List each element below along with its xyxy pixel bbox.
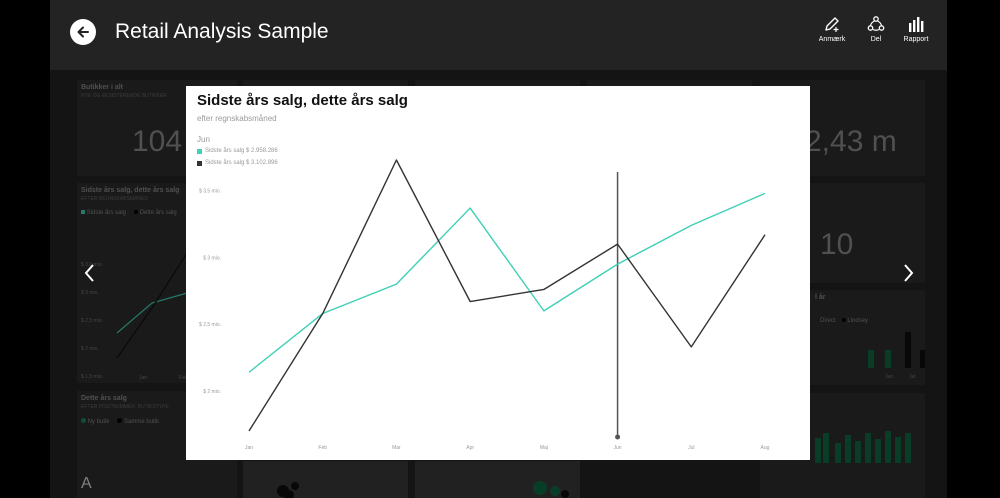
x-tick-label: Aug [761,445,770,451]
line-chart[interactable]: $ 3,5 mio. $ 3 mio. $ 2,5 mio. $ 2 mio. Jan F… [186,86,810,460]
share-icon [867,16,885,31]
annotate-button[interactable]: Anmærk [807,15,857,43]
report-button[interactable]: Rapport [891,15,941,43]
chart-focus-modal[interactable]: Sidste års salg, dette års salg efter re… [186,86,810,460]
y-tick-label: $ 2,5 mio. [199,322,221,328]
series-line [248,159,766,432]
next-arrow-icon[interactable] [898,262,918,284]
y-tick-label: $ 2 mio. [203,389,221,395]
annotate-label: Anmærk [818,36,846,43]
x-tick-label: Jun [614,445,622,451]
x-tick-label: Jul [688,445,694,451]
x-tick-label: Mar [392,445,401,451]
report-bar-icon [909,17,924,32]
share-label: Del [870,36,882,43]
y-tick-label: $ 3 mio. [203,255,221,261]
hover-line-handle [615,434,621,440]
x-tick-label: Apr [466,445,474,451]
y-tick-label: $ 3,5 mio. [199,189,221,195]
pen-icon [825,17,839,32]
report-label: Rapport [903,36,929,43]
x-tick-label: Feb [318,445,327,451]
previous-arrow-icon[interactable] [80,262,100,284]
app-title: Retail Analysis Sample [115,20,329,43]
top-bar: Retail Analysis Sample Anmærk Del Rappor… [50,0,947,70]
arrow-left-icon [77,26,89,38]
x-tick-label: Maj [540,445,548,451]
x-tick-label: Jan [245,445,253,451]
back-button[interactable] [70,19,96,45]
series-line [248,192,766,373]
